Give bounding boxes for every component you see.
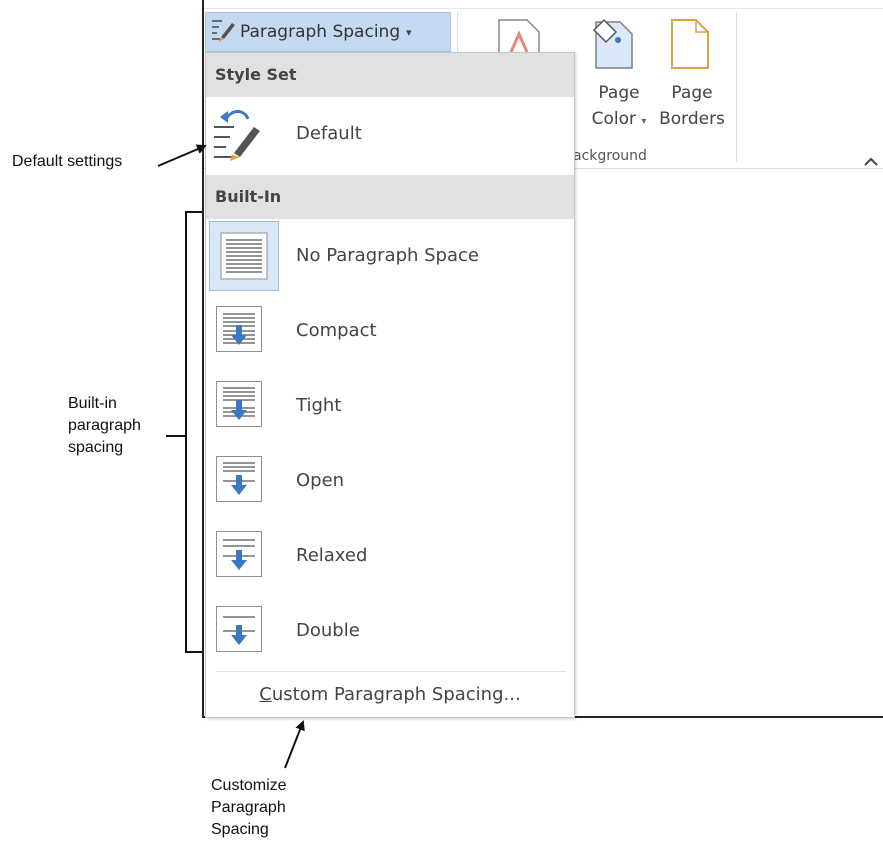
callout-overlay xyxy=(157,144,305,769)
default-settings-arrow xyxy=(157,144,207,167)
builtin-bracket xyxy=(185,211,202,653)
customize-arrow xyxy=(284,720,305,769)
